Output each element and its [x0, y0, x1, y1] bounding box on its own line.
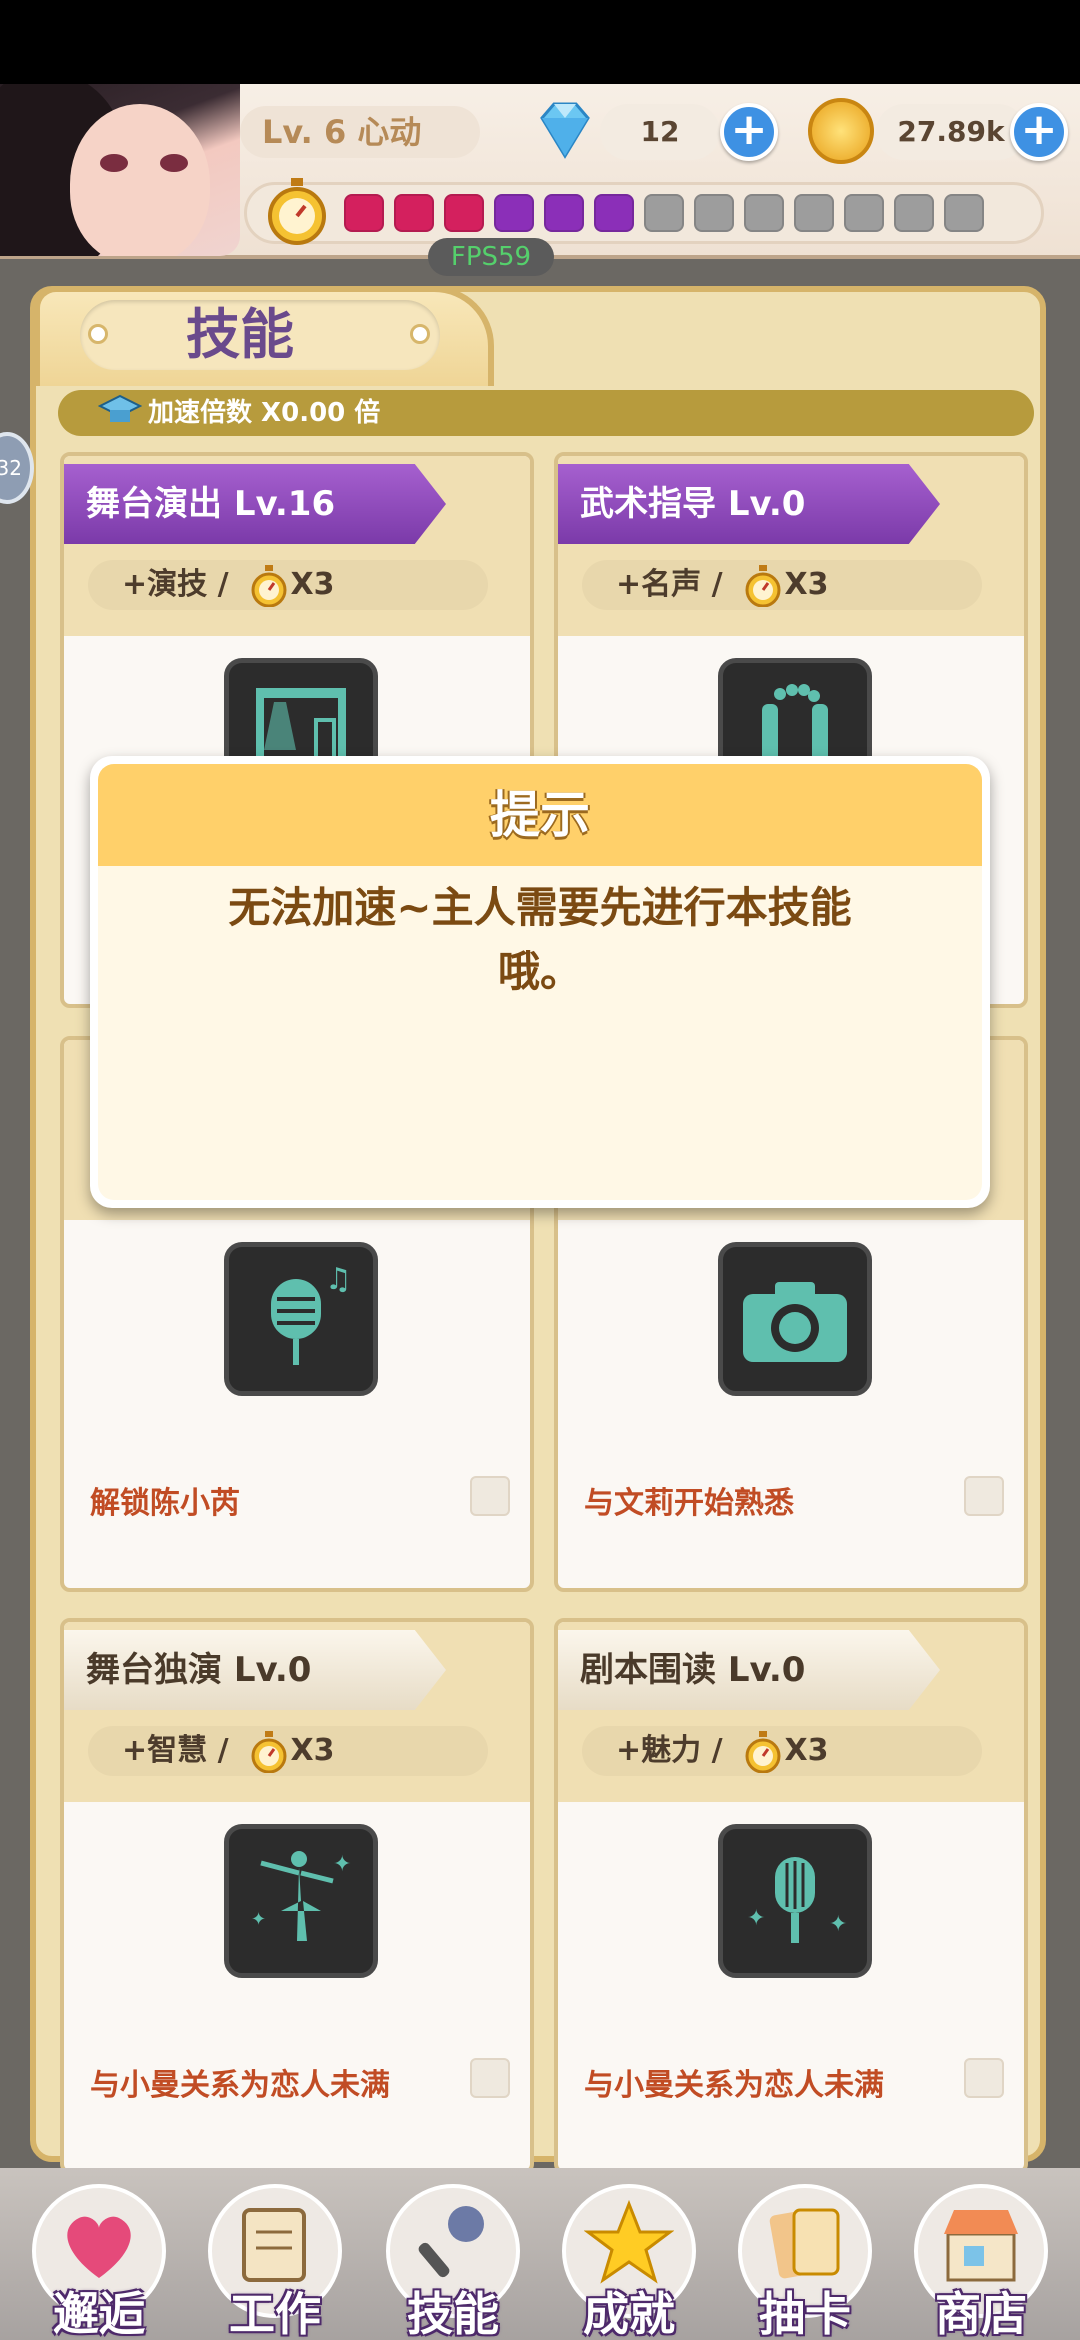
alert-dialog: 提示 无法加速~主人需要先进行本技能哦。 [90, 756, 990, 1208]
star-icon [583, 2198, 675, 2288]
nav-label: 商店 [935, 2287, 1027, 2340]
microphone-icon [408, 2198, 498, 2288]
notebook-icon [230, 2198, 320, 2288]
nav-item-1[interactable]: 邂逅 [24, 2180, 174, 2340]
nav-label: 工作 [229, 2287, 321, 2340]
nav-item-5[interactable]: 抽卡 [730, 2180, 880, 2340]
nav-label: 邂逅 [53, 2287, 145, 2340]
shop-icon [936, 2198, 1026, 2288]
dialog-message: 无法加速~主人需要先进行本技能哦。 [228, 883, 852, 996]
nav-label: 技能 [407, 2287, 499, 2340]
hearts-icon [54, 2198, 144, 2288]
nav-label: 抽卡 [759, 2287, 851, 2340]
dialog-title: 提示 [98, 764, 982, 866]
nav-item-2[interactable]: 工作 [200, 2180, 350, 2340]
nav-item-6[interactable]: 商店 [906, 2180, 1056, 2340]
nav-label: 成就 [583, 2287, 675, 2340]
cards-icon [760, 2198, 850, 2288]
nav-item-4[interactable]: 成就 [554, 2180, 704, 2340]
nav-item-3[interactable]: 技能 [378, 2180, 528, 2340]
